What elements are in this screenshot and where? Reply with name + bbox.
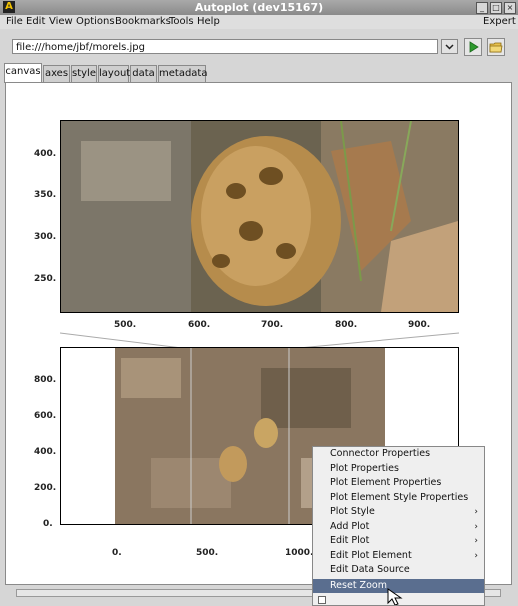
menu-item-label: Add Plot <box>330 520 370 532</box>
tick-label: 300. <box>34 232 57 242</box>
tab-canvas[interactable]: canvas <box>4 63 42 83</box>
menu-item-label: Plot Style <box>330 506 375 517</box>
menu-item-plot-element-properties[interactable]: Plot Element Properties <box>313 476 484 490</box>
tick-label: 200. <box>34 483 57 493</box>
menu-item-add-plot[interactable]: Add Plot › <box>313 520 484 534</box>
submenu-arrow-icon: › <box>474 507 478 517</box>
history-dropdown-button[interactable] <box>441 39 458 54</box>
window-title: Autoplot (dev15167) <box>194 1 324 14</box>
menu-item-connector-properties[interactable]: Connector Properties <box>313 447 484 461</box>
tick-label: 500. <box>196 548 219 558</box>
menu-help[interactable]: Help <box>197 16 220 27</box>
tab-metadata[interactable]: metadata <box>158 65 207 82</box>
morels-zoom-image <box>61 121 458 312</box>
play-icon <box>469 41 479 53</box>
menu-item-label: Reset Zoom <box>330 580 387 591</box>
tick-label: 600. <box>34 411 57 421</box>
menu-item-label: Plot Properties <box>330 462 399 474</box>
submenu-arrow-icon: › <box>474 521 478 532</box>
menu-item-edit-plot[interactable]: Edit Plot › <box>313 534 484 548</box>
menu-view[interactable]: View <box>49 16 73 27</box>
menu-item-plot-element-style-properties[interactable]: Plot Element Style Properties <box>313 491 484 505</box>
tab-axes[interactable]: axes <box>43 65 70 82</box>
menu-item-label: Plot Element Properties <box>330 477 442 488</box>
tick-label: 250. <box>34 274 57 284</box>
menu-file[interactable]: File <box>6 16 23 27</box>
tab-style[interactable]: style <box>71 65 97 82</box>
menu-item-label: Connector Properties <box>330 448 431 459</box>
tick-label: 350. <box>34 190 57 200</box>
tick-label: 0. <box>43 519 53 529</box>
menu-item-label: Edit Plot Element <box>330 549 412 561</box>
submenu-arrow-icon: › <box>474 550 478 561</box>
submenu-arrow-icon: › <box>474 536 478 546</box>
tick-label: 400. <box>34 149 57 159</box>
tick-label: 400. <box>34 447 57 457</box>
open-file-button[interactable] <box>487 38 505 56</box>
menu-item-label: Edit Data Source <box>330 564 410 575</box>
menu-item-edit-data-source[interactable]: Edit Data Source <box>313 563 484 577</box>
plot-context-menu: Connector Properties Plot Properties Plo… <box>312 446 485 606</box>
mouse-cursor-icon <box>387 588 403 605</box>
menu-item-label: Plot Element Style Properties <box>330 491 469 503</box>
tab-layout[interactable]: layout <box>98 65 130 82</box>
title-bar: A Autoplot (dev15167) _ □ × <box>0 0 518 16</box>
tick-label: 800. <box>34 375 57 385</box>
menu-bar: File Edit View Options Bookmarks Tools H… <box>0 15 518 29</box>
menu-tools[interactable]: Tools <box>169 16 194 27</box>
menu-edit[interactable]: Edit <box>26 16 45 27</box>
tick-label: 1000. <box>285 548 314 558</box>
plot-go-button[interactable] <box>464 38 482 56</box>
menu-options[interactable]: Options <box>76 16 115 27</box>
checkbox-icon <box>318 596 326 604</box>
data-source-input[interactable]: file:///home/jbf/morels.jpg <box>12 39 438 54</box>
close-icon[interactable]: × <box>504 2 516 14</box>
menu-item-label: Edit Plot <box>330 535 370 546</box>
chevron-down-icon <box>445 44 454 50</box>
menu-item-plot-properties[interactable]: Plot Properties <box>313 462 484 476</box>
tick-label: 0. <box>112 548 122 558</box>
maximize-icon[interactable]: □ <box>490 2 502 14</box>
menu-item-edit-plot-element[interactable]: Edit Plot Element › <box>313 549 484 563</box>
folder-icon <box>489 42 503 53</box>
tab-data[interactable]: data <box>130 65 157 82</box>
expert-mode-label[interactable]: Expert <box>483 16 516 27</box>
menu-bookmarks[interactable]: Bookmarks <box>115 16 171 27</box>
top-plot-image[interactable] <box>60 120 459 313</box>
minimize-icon[interactable]: _ <box>476 2 488 14</box>
menu-item-plot-style[interactable]: Plot Style › <box>313 505 484 519</box>
